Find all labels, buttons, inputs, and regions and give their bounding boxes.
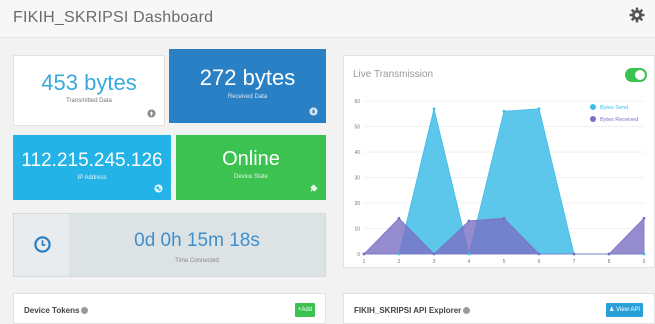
top-bar: FIKIH_SKRIPSI Dashboard [0, 0, 655, 38]
received-data-tile: 272 bytes Received Data [169, 49, 326, 123]
add-token-button[interactable]: +Add [294, 303, 315, 317]
ip-address-tile: 112.215.245.126 IP Address [13, 135, 171, 200]
data-point [572, 252, 576, 256]
legend-label: Bytes Send [600, 105, 628, 111]
data-point [397, 252, 401, 256]
plug-icon [310, 184, 318, 192]
data-point [502, 109, 506, 113]
time-connected-tile: 0d 0h 15m 18s Time Connected [13, 213, 326, 277]
transmitted-data-tile: 453 bytes Transmitted Data [13, 55, 165, 126]
view-api-label: View API [616, 307, 640, 313]
data-point [537, 252, 541, 256]
data-point [432, 107, 436, 111]
y-tick-label: 60 [354, 99, 360, 105]
dashboard-title: FIKIH_SKRIPSI Dashboard [13, 9, 214, 26]
legend-swatch [590, 116, 596, 122]
globe-icon [154, 184, 163, 193]
transmitted-value: 453 bytes [41, 70, 137, 95]
state-value: Online [222, 148, 280, 170]
data-point [502, 216, 506, 220]
user-icon: ♟ [609, 307, 615, 313]
api-explorer-title: FIKIH_SKRIPSI API Explorer [354, 306, 462, 315]
data-point [607, 252, 611, 256]
live-transmission-title: Live Transmission [353, 69, 434, 80]
y-tick-label: 0 [357, 252, 360, 258]
y-tick-label: 30 [354, 176, 360, 182]
data-point [467, 219, 471, 223]
y-tick-label: 10 [354, 227, 360, 233]
clock-icon [34, 236, 51, 253]
received-value: 272 bytes [199, 65, 296, 90]
time-label: Time Connected [175, 258, 219, 264]
api-explorer-panel: FIKIH_SKRIPSI API Explorer ♟ View API [343, 293, 655, 324]
data-point [537, 107, 541, 111]
device-state-tile: Online Device State [176, 135, 326, 200]
data-point [362, 252, 366, 256]
x-tick-label: 4 [468, 259, 471, 265]
view-api-button[interactable]: ♟ View API [606, 303, 643, 317]
live-transmission-chart: 0 10 20 30 40 50 60 1 2 3 4 5 6 7 8 9 Bytes Send Bytes Re… [354, 99, 646, 265]
legend-swatch [590, 104, 596, 110]
y-tick-label: 50 [354, 125, 360, 131]
time-value: 0d 0h 15m 18s [134, 230, 260, 251]
transmitted-label: Transmitted Data [66, 98, 112, 104]
toggle-knob [635, 70, 645, 80]
data-point [642, 252, 646, 256]
info-icon[interactable] [463, 307, 471, 314]
legend-label: Bytes Received [600, 117, 638, 123]
y-tick-label: 40 [354, 150, 360, 156]
info-icon[interactable] [81, 307, 89, 314]
cloud-upload-icon [147, 109, 156, 118]
x-tick-label: 2 [398, 259, 401, 265]
x-tick-label: 3 [433, 259, 436, 265]
ip-label: IP Address [77, 175, 107, 181]
x-tick-label: 8 [608, 259, 611, 265]
device-tokens-heading: Device Tokens [24, 306, 89, 315]
data-point [467, 252, 471, 256]
ip-value: 112.215.245.126 [21, 150, 163, 171]
x-tick-label: 6 [538, 259, 541, 265]
data-point [397, 216, 401, 220]
y-tick-label: 20 [354, 201, 360, 207]
gear-icon[interactable] [629, 7, 645, 23]
x-tick-label: 7 [573, 259, 576, 265]
live-toggle-switch[interactable] [625, 68, 647, 82]
device-tokens-title: Device Tokens [24, 306, 80, 315]
received-label: Received Data [227, 94, 268, 100]
x-tick-label: 5 [503, 259, 506, 265]
state-label: Device State [233, 174, 269, 180]
x-tick-label: 1 [363, 259, 366, 265]
live-transmission-panel: 0 10 20 30 40 50 60 1 2 3 4 5 6 7 8 9 Bytes Send Bytes Re… [343, 55, 655, 268]
data-point [642, 216, 646, 220]
data-point [432, 252, 436, 256]
x-tick-label: 9 [643, 259, 646, 265]
api-explorer-heading: FIKIH_SKRIPSI API Explorer [354, 306, 471, 315]
cloud-download-icon [309, 107, 318, 116]
device-tokens-panel: Device Tokens +Add [13, 293, 326, 324]
